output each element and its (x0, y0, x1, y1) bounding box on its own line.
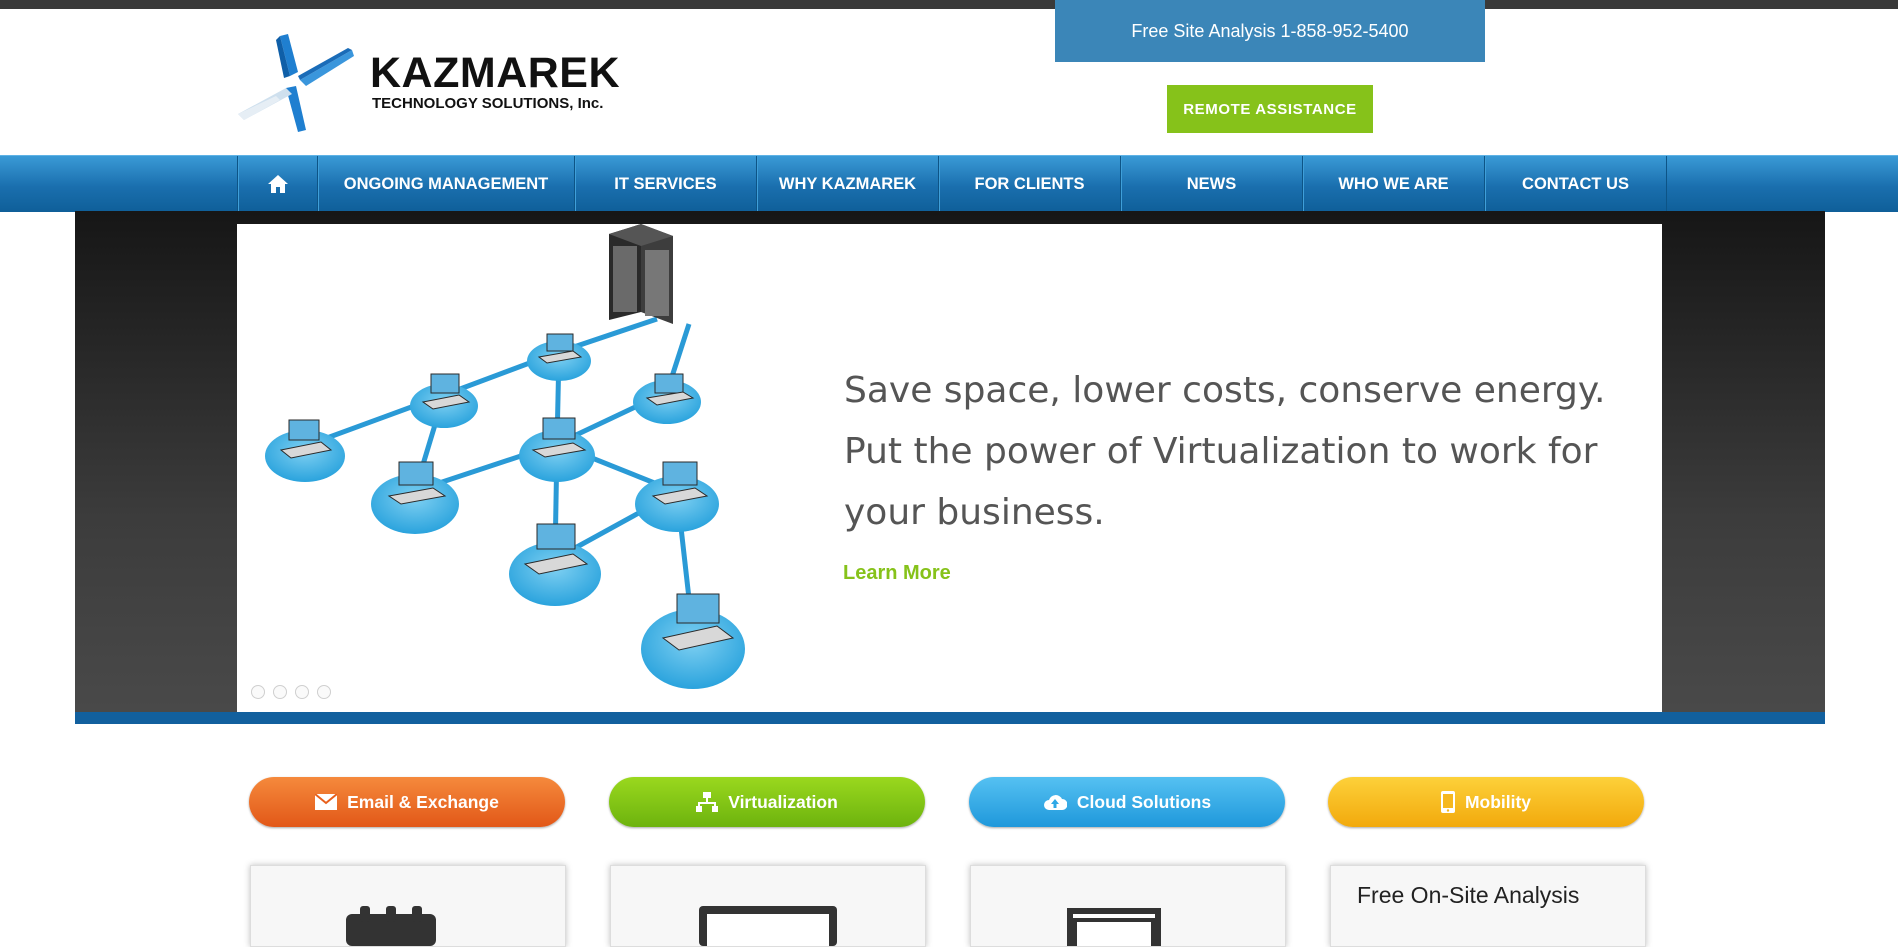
virtualization-button[interactable]: Virtualization (609, 777, 925, 827)
envelope-icon (315, 794, 338, 810)
mobility-label: Mobility (1464, 791, 1532, 812)
top-strip (0, 0, 1898, 9)
main-nav: ONGOING MANAGEMENT IT SERVICES WHY KAZMA… (0, 155, 1898, 212)
email-exchange-button[interactable]: Email & Exchange (249, 777, 565, 827)
phone-icon (1440, 791, 1455, 813)
free-site-analysis-phone[interactable]: Free Site Analysis 1-858-952-5400 (1055, 0, 1485, 62)
logo-mark-icon (238, 34, 354, 132)
cloud-upload-icon (1043, 795, 1067, 810)
cloud-solutions-label: Cloud Solutions (1076, 791, 1212, 812)
hero-bottom-bar (75, 712, 1825, 724)
nav-for-clients[interactable]: FOR CLIENTS (938, 156, 1120, 212)
calendar-icon (346, 906, 436, 946)
slider-dot[interactable] (295, 685, 309, 699)
logo-subtitle: TECHNOLOGY SOLUTIONS, Inc. (372, 95, 604, 112)
slider-dot[interactable] (317, 685, 331, 699)
network-illustration (265, 224, 745, 689)
mobility-button[interactable]: Mobility (1328, 777, 1644, 827)
remote-assistance-button[interactable]: REMOTE ASSISTANCE (1167, 85, 1373, 133)
feature-card[interactable] (970, 865, 1286, 947)
company-logo[interactable]: KAZMAREK TECHNOLOGY SOLUTIONS, Inc. (236, 34, 636, 134)
free-analysis-card[interactable]: Free On-Site Analysis (1330, 865, 1646, 947)
slider-dot[interactable] (273, 685, 287, 699)
home-icon (267, 175, 288, 193)
nav-who-we-are[interactable]: WHO WE ARE (1302, 156, 1484, 212)
slider-dot[interactable] (251, 685, 265, 699)
server-rack-icon (609, 224, 673, 324)
nav-why-kazmarek[interactable]: WHY KAZMAREK (756, 156, 938, 212)
slider-pagination (251, 685, 331, 699)
logo-name: KAZMAREK (370, 49, 621, 97)
server-icon (1067, 908, 1161, 946)
network-icon (696, 792, 719, 812)
hero-slide: Save space, lower costs, conserve energy… (237, 224, 1662, 712)
nav-home[interactable] (237, 156, 317, 212)
hero-headline: Save space, lower costs, conserve energy… (844, 370, 1606, 533)
phone-text: Free Site Analysis 1-858-952-5400 (1131, 20, 1409, 41)
virtualization-label: Virtualization (728, 791, 838, 812)
learn-more-link[interactable]: Learn More (843, 562, 951, 585)
cloud-solutions-button[interactable]: Cloud Solutions (969, 777, 1285, 827)
monitor-icon (699, 906, 837, 946)
email-exchange-label: Email & Exchange (347, 791, 499, 812)
free-analysis-title: Free On-Site Analysis (1357, 882, 1580, 908)
feature-card[interactable] (610, 865, 926, 947)
feature-card[interactable] (250, 865, 566, 947)
nav-ongoing-management[interactable]: ONGOING MANAGEMENT (317, 156, 574, 212)
nav-contact-us[interactable]: CONTACT US (1484, 156, 1667, 212)
nav-news[interactable]: NEWS (1120, 156, 1302, 212)
nav-it-services[interactable]: IT SERVICES (574, 156, 756, 212)
